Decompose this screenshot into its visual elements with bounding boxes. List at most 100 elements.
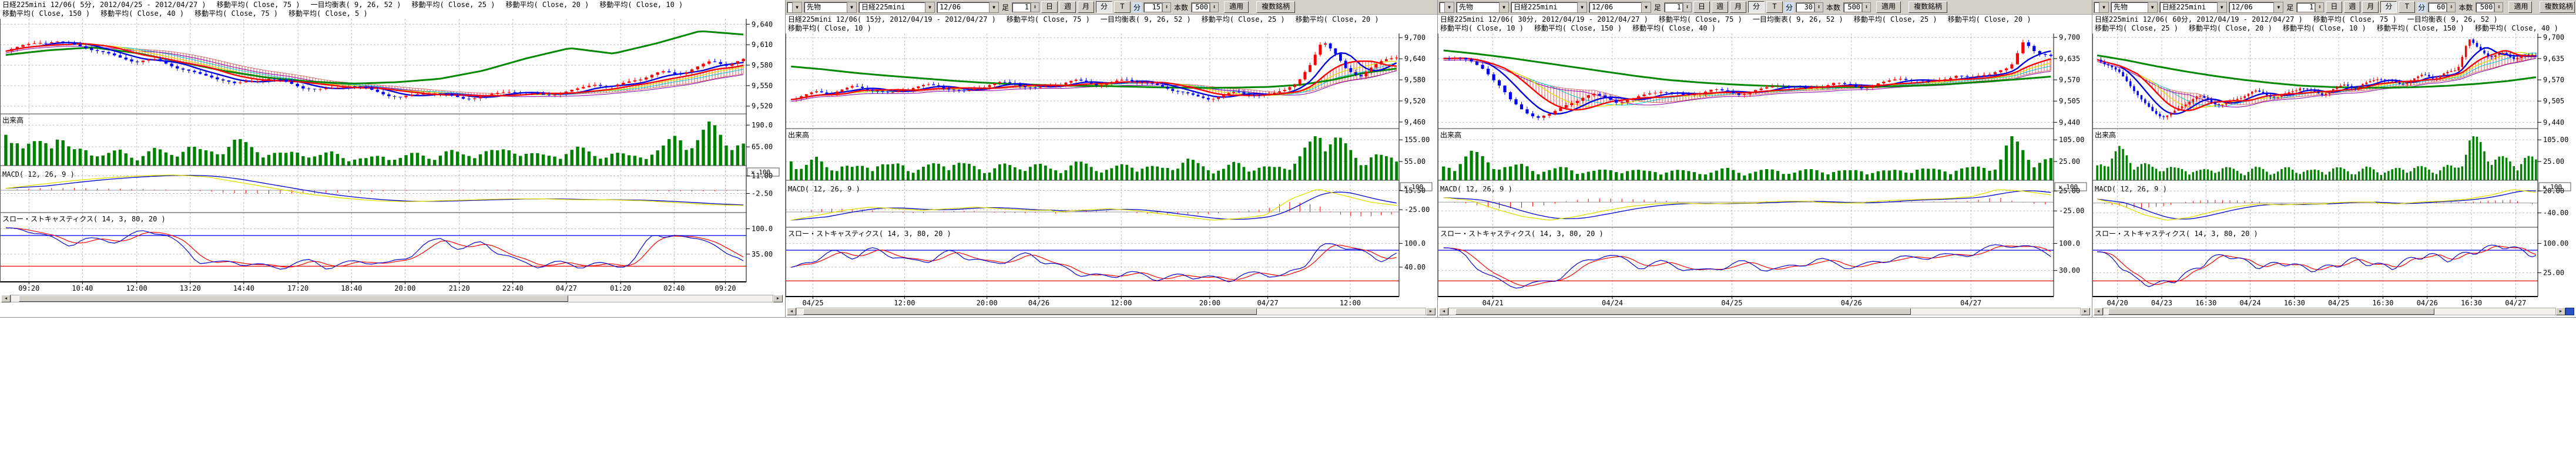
scroll-right-button[interactable]: ▶ [773,295,783,302]
chart-canvas[interactable]: 9,7009,6359,5709,5059,440出来高105.0025.00×… [1438,33,2091,307]
chart-panel-3: ▼ 先物▼ 日経225mini▼ 12/06▼ 足 1↕ 日週月分T 分 30↕… [1437,0,2092,318]
chart-canvas[interactable]: 9,6409,6109,5809,5509,520出来高190.065.00× … [0,19,784,292]
market-dropdown[interactable]: 先物▼ [804,2,857,13]
period-daily-button[interactable]: 日 [1693,1,1710,13]
ashi-spinner[interactable]: 1↕ [1012,2,1039,12]
minute-input[interactable]: 30↕ [1796,2,1823,12]
period-weekly-button[interactable]: 週 [1712,1,1728,13]
scroll-right-button[interactable]: ▶ [1426,308,1435,315]
volume-bar [233,140,236,166]
h-scrollbar[interactable]: ◀ ▶ [2094,308,2574,315]
spinner-icon[interactable]: ↕ [1162,2,1171,12]
instrument-type-dropdown[interactable]: ▼ [1439,2,1454,13]
scroll-thumb[interactable] [1455,308,1911,315]
dropdown-arrow-icon[interactable]: ▼ [989,2,998,12]
dropdown-arrow-icon[interactable]: ▼ [2217,2,2226,12]
symbol-dropdown[interactable]: 日経225mini▼ [2159,2,2227,13]
spinner-icon[interactable]: ↕ [1031,2,1039,12]
period-weekly-button[interactable]: 週 [1059,1,1076,13]
instrument-type-dropdown[interactable]: ▼ [787,2,802,13]
spinner-icon[interactable]: ↕ [1862,2,1871,12]
spinner-icon[interactable]: ↕ [1210,2,1219,12]
period-minute-button[interactable]: 分 [1096,1,1112,13]
volume-bar [2214,173,2216,181]
spinner-icon[interactable]: ↕ [1814,2,1823,12]
multi-symbol-button[interactable]: 複数銘柄 [2540,1,2575,13]
period-monthly-button[interactable]: 月 [2362,1,2379,13]
stoch-tick-label: 100.0 [752,225,773,233]
spinner-icon[interactable]: ↕ [1683,2,1692,12]
spinner-icon[interactable]: ↕ [2315,2,2324,12]
contract-dropdown[interactable]: 12/06▼ [2229,2,2284,13]
scroll-thumb[interactable] [803,308,1257,315]
candle [2520,56,2523,58]
symbol-dropdown[interactable]: 日経225mini▼ [858,2,935,13]
volume-bar [2329,171,2331,180]
instrument-type-dropdown[interactable]: ▼ [2094,2,2109,13]
bars-input[interactable]: 500↕ [1191,2,1219,12]
market-dropdown[interactable]: 先物▼ [2111,2,2158,13]
scroll-right-button[interactable]: ▶ [2556,308,2565,315]
dropdown-arrow-icon[interactable]: ▼ [792,2,801,12]
h-scrollbar[interactable]: ◀ ▶ [787,308,1435,315]
dropdown-arrow-icon[interactable]: ▼ [1444,2,1454,12]
apply-button[interactable]: 適用 [2508,1,2531,13]
scroll-left-button[interactable]: ◀ [1,295,11,302]
bars-input[interactable]: 500↕ [2476,2,2503,12]
bars-input[interactable]: 500↕ [1843,2,1871,12]
active-cell-indicator[interactable] [2565,308,2574,315]
dropdown-arrow-icon[interactable]: ▼ [2148,2,2157,12]
symbol-dropdown[interactable]: 日経225mini▼ [1511,2,1587,13]
volume-bar [381,157,384,166]
minute-input[interactable]: 15↕ [1143,2,1171,12]
multi-symbol-button[interactable]: 複数銘柄 [1908,1,1947,13]
apply-button[interactable]: 適用 [1876,1,1901,13]
dropdown-arrow-icon[interactable]: ▼ [2273,2,2283,12]
spinner-icon[interactable]: ↕ [2494,2,2503,12]
period-tick-button[interactable]: T [1114,1,1131,13]
period-tick-button[interactable]: T [2399,1,2415,13]
h-scrollbar[interactable]: ◀ ▶ [1439,308,2090,315]
ashi-spinner[interactable]: 1↕ [2296,2,2324,12]
dropdown-arrow-icon[interactable]: ▼ [1577,2,1586,12]
dropdown-arrow-icon[interactable]: ▼ [1641,2,1651,12]
contract-dropdown[interactable]: 12/06▼ [1589,2,1651,13]
h-scrollbar[interactable]: ◀ ▶ [1,295,783,302]
dropdown-arrow-icon[interactable]: ▼ [2099,2,2108,12]
volume-bar [2211,171,2213,180]
x-axis-label: 01:20 [610,284,631,292]
period-daily-button[interactable]: 日 [1041,1,1058,13]
dropdown-arrow-icon[interactable]: ▼ [925,2,934,12]
scrollbar-track[interactable] [1448,308,2081,315]
dropdown-arrow-icon[interactable]: ▼ [847,2,856,12]
scroll-left-button[interactable]: ◀ [1439,308,1448,315]
scroll-right-button[interactable]: ▶ [2081,308,2090,315]
minute-input[interactable]: 60↕ [2428,2,2456,12]
scroll-thumb[interactable] [19,295,568,302]
scroll-left-button[interactable]: ◀ [2094,308,2103,315]
scrollbar-track[interactable] [796,308,1426,315]
chart-canvas[interactable]: 9,7009,6409,5809,5209,460出来高155.0055.00×… [786,33,1437,307]
dropdown-arrow-icon[interactable]: ▼ [1499,2,1508,12]
spinner-icon[interactable]: ↕ [2447,2,2456,12]
period-minute-button[interactable]: 分 [1748,1,1765,13]
volume-bar [1749,173,1752,180]
multi-symbol-button[interactable]: 複数銘柄 [1256,1,1295,13]
period-minute-button[interactable]: 分 [2380,1,2397,13]
volume-bar [815,157,818,180]
scroll-thumb[interactable] [2108,308,2435,315]
contract-dropdown[interactable]: 12/06▼ [937,2,999,13]
period-monthly-button[interactable]: 月 [1730,1,1746,13]
scrollbar-track[interactable] [2103,308,2556,315]
chart-canvas[interactable]: 9,7009,6359,5709,5059,440出来高105.0025.00×… [2092,33,2575,307]
period-weekly-button[interactable]: 週 [2344,1,2360,13]
scroll-left-button[interactable]: ◀ [787,308,796,315]
apply-button[interactable]: 適用 [1224,1,1249,13]
period-monthly-button[interactable]: 月 [1078,1,1094,13]
period-tick-button[interactable]: T [1766,1,1783,13]
market-dropdown[interactable]: 先物▼ [1456,2,1509,13]
ashi-spinner[interactable]: 1↕ [1664,2,1692,12]
period-daily-button[interactable]: 日 [2326,1,2342,13]
scrollbar-track[interactable] [11,295,773,302]
volume-bar [2192,172,2195,180]
